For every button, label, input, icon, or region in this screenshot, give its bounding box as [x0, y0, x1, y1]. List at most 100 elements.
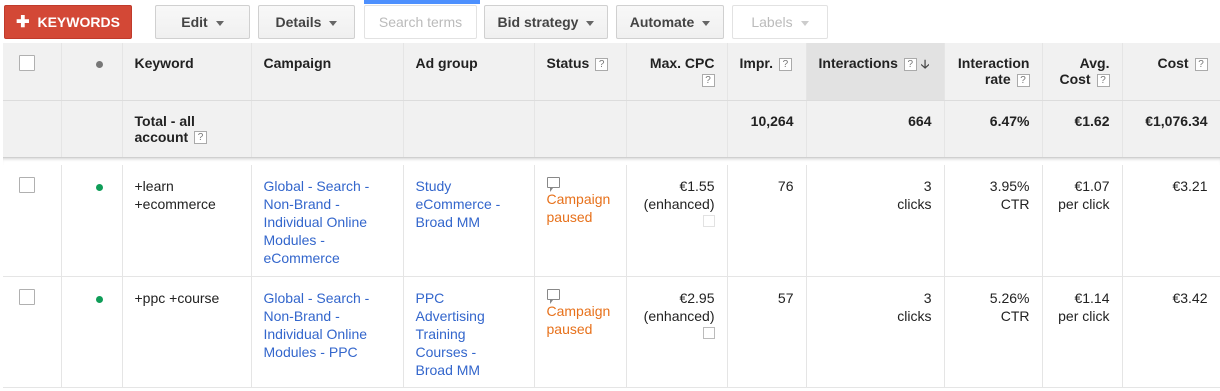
labels-dropdown[interactable]: Labels	[732, 5, 828, 39]
campaign-line: Global - Search -	[263, 289, 370, 306]
status-text: paused	[546, 320, 593, 337]
row-select-cell	[3, 165, 62, 277]
column-header-status[interactable]: Status ?	[534, 43, 627, 101]
bid-strategy-dropdown[interactable]: Bid strategy	[484, 5, 608, 39]
status-header-label: Status	[546, 55, 590, 71]
column-header-interactions[interactable]: Interactions ? 🡣	[806, 43, 945, 101]
total-cell-empty	[3, 100, 62, 158]
help-icon[interactable]: ?	[903, 57, 917, 71]
campaign-line: Individual Online	[263, 325, 368, 342]
campaign-line: Global - Search -	[263, 178, 370, 194]
automate-dropdown[interactable]: Automate	[616, 5, 724, 39]
campaign-link[interactable]: Global - Search - Non-Brand - Individual…	[251, 276, 404, 388]
impr-value: 57	[727, 276, 807, 388]
chevron-down-icon	[329, 20, 338, 26]
column-header-ad-group[interactable]: Ad group	[403, 43, 535, 101]
table-spacer	[3, 157, 1220, 165]
column-header-avg-cost[interactable]: Avg. Cost ?	[1042, 43, 1123, 101]
plus-icon: ✚	[16, 14, 30, 31]
edit-label: Edit	[181, 14, 208, 30]
automate-label: Automate	[629, 14, 695, 30]
column-header-keyword[interactable]: Keyword	[122, 43, 252, 101]
rate-value: 5.26%	[989, 289, 1030, 306]
table-row: +learn +ecommerce Global - Search - Non-B…	[3, 165, 1220, 277]
impr-header-label: Impr.	[739, 55, 773, 71]
status-dot-header[interactable]	[61, 43, 123, 101]
campaign-link[interactable]: Global - Search - Non-Brand - Individual…	[251, 165, 404, 277]
avg-cost-header-label-2: Cost	[1059, 71, 1091, 87]
row-status-dot-cell	[61, 276, 123, 388]
interactions-unit: clicks	[897, 196, 932, 212]
search-terms-button[interactable]: Search terms	[364, 5, 477, 39]
chart-icon[interactable]	[702, 326, 715, 339]
table-row: +ppc +course Global - Search - Non-Brand…	[3, 276, 1220, 388]
interactions-unit: clicks	[897, 307, 932, 324]
column-header-max-cpc[interactable]: Max. CPC?	[626, 43, 728, 101]
ad-group-line: Advertising	[415, 307, 485, 324]
total-impr: 10,264	[727, 100, 807, 158]
total-label-cell: Total - all account ?	[122, 100, 252, 158]
rate-unit: CTR	[1000, 196, 1030, 212]
keyword-text: +ppc +course	[134, 289, 220, 306]
total-cost: €1,076.34	[1122, 100, 1220, 158]
campaign-line: eCommerce	[263, 250, 340, 266]
help-icon[interactable]: ?	[1096, 73, 1110, 87]
total-label-1: Total - all	[134, 112, 195, 129]
campaign-line: Non-Brand -	[263, 307, 340, 324]
interaction-rate-cell: 3.95% CTR	[944, 165, 1043, 277]
ad-group-link[interactable]: PPC Advertising Training Courses - Broad…	[403, 276, 535, 388]
campaign-header-label: Campaign	[263, 55, 332, 71]
chart-icon[interactable]	[702, 215, 715, 227]
interactions-cell: 3 clicks	[806, 276, 945, 388]
total-cell-empty	[61, 100, 123, 158]
avg-cost-unit: per click	[1058, 307, 1110, 324]
chevron-down-icon	[702, 20, 711, 26]
column-header-campaign[interactable]: Campaign	[251, 43, 404, 101]
total-cell-empty	[534, 100, 627, 158]
row-checkbox[interactable]	[19, 288, 35, 305]
column-header-cost[interactable]: Cost ?	[1122, 43, 1220, 101]
spacer-cell	[3, 157, 1220, 165]
avg-cost-cell: €1.14 per click	[1042, 276, 1123, 388]
help-icon[interactable]: ?	[1016, 73, 1030, 87]
interactions-cell: 3 clicks	[806, 165, 945, 277]
keyword-cell[interactable]: +ppc +course	[122, 276, 252, 388]
help-icon[interactable]: ?	[1194, 57, 1208, 71]
status-text: paused	[546, 209, 593, 225]
status-cell: Campaign paused	[534, 276, 627, 388]
campaign-line: Modules -	[263, 232, 325, 248]
max-cpc-note: (enhanced)	[643, 307, 715, 324]
total-avg-cost: €1.62	[1042, 100, 1123, 158]
help-icon[interactable]: ?	[778, 57, 792, 71]
max-cpc-cell[interactable]: €1.55 (enhanced)	[626, 165, 728, 277]
help-icon[interactable]: ?	[595, 57, 609, 71]
cost-value: €3.21	[1122, 165, 1220, 277]
keyword-text: +learn	[134, 178, 174, 194]
interactions-header-label: Interactions	[818, 55, 898, 71]
ad-group-line: Courses -	[415, 343, 477, 360]
rate-unit: CTR	[1000, 307, 1030, 324]
edit-dropdown[interactable]: Edit	[155, 5, 250, 39]
total-cell-empty	[403, 100, 535, 158]
campaign-line: Modules - PPC	[263, 343, 358, 360]
ad-group-line: Training	[415, 325, 466, 342]
column-header-impr[interactable]: Impr. ?	[727, 43, 807, 101]
cost-header-label: Cost	[1157, 55, 1189, 71]
help-icon[interactable]: ?	[701, 73, 715, 87]
max-cpc-value: €1.55	[679, 178, 715, 194]
row-checkbox[interactable]	[19, 177, 35, 193]
interaction-rate-header-label-2: rate	[984, 71, 1011, 87]
add-keywords-button[interactable]: ✚ KEYWORDS	[4, 5, 132, 39]
help-icon[interactable]: ?	[194, 131, 208, 145]
comment-icon[interactable]	[546, 288, 560, 304]
comment-icon[interactable]	[546, 177, 560, 192]
interactions-value: 3	[923, 178, 932, 194]
select-all-checkbox[interactable]	[19, 55, 35, 71]
details-dropdown[interactable]: Details	[258, 5, 355, 39]
max-cpc-cell[interactable]: €2.95 (enhanced)	[626, 276, 728, 388]
keyword-cell[interactable]: +learn +ecommerce	[122, 165, 252, 277]
search-terms-label: Search terms	[378, 14, 463, 30]
column-header-interaction-rate[interactable]: Interaction rate ?	[944, 43, 1043, 101]
ad-group-link[interactable]: Study eCommerce - Broad MM	[403, 165, 535, 277]
avg-cost-value: €1.14	[1074, 289, 1110, 306]
